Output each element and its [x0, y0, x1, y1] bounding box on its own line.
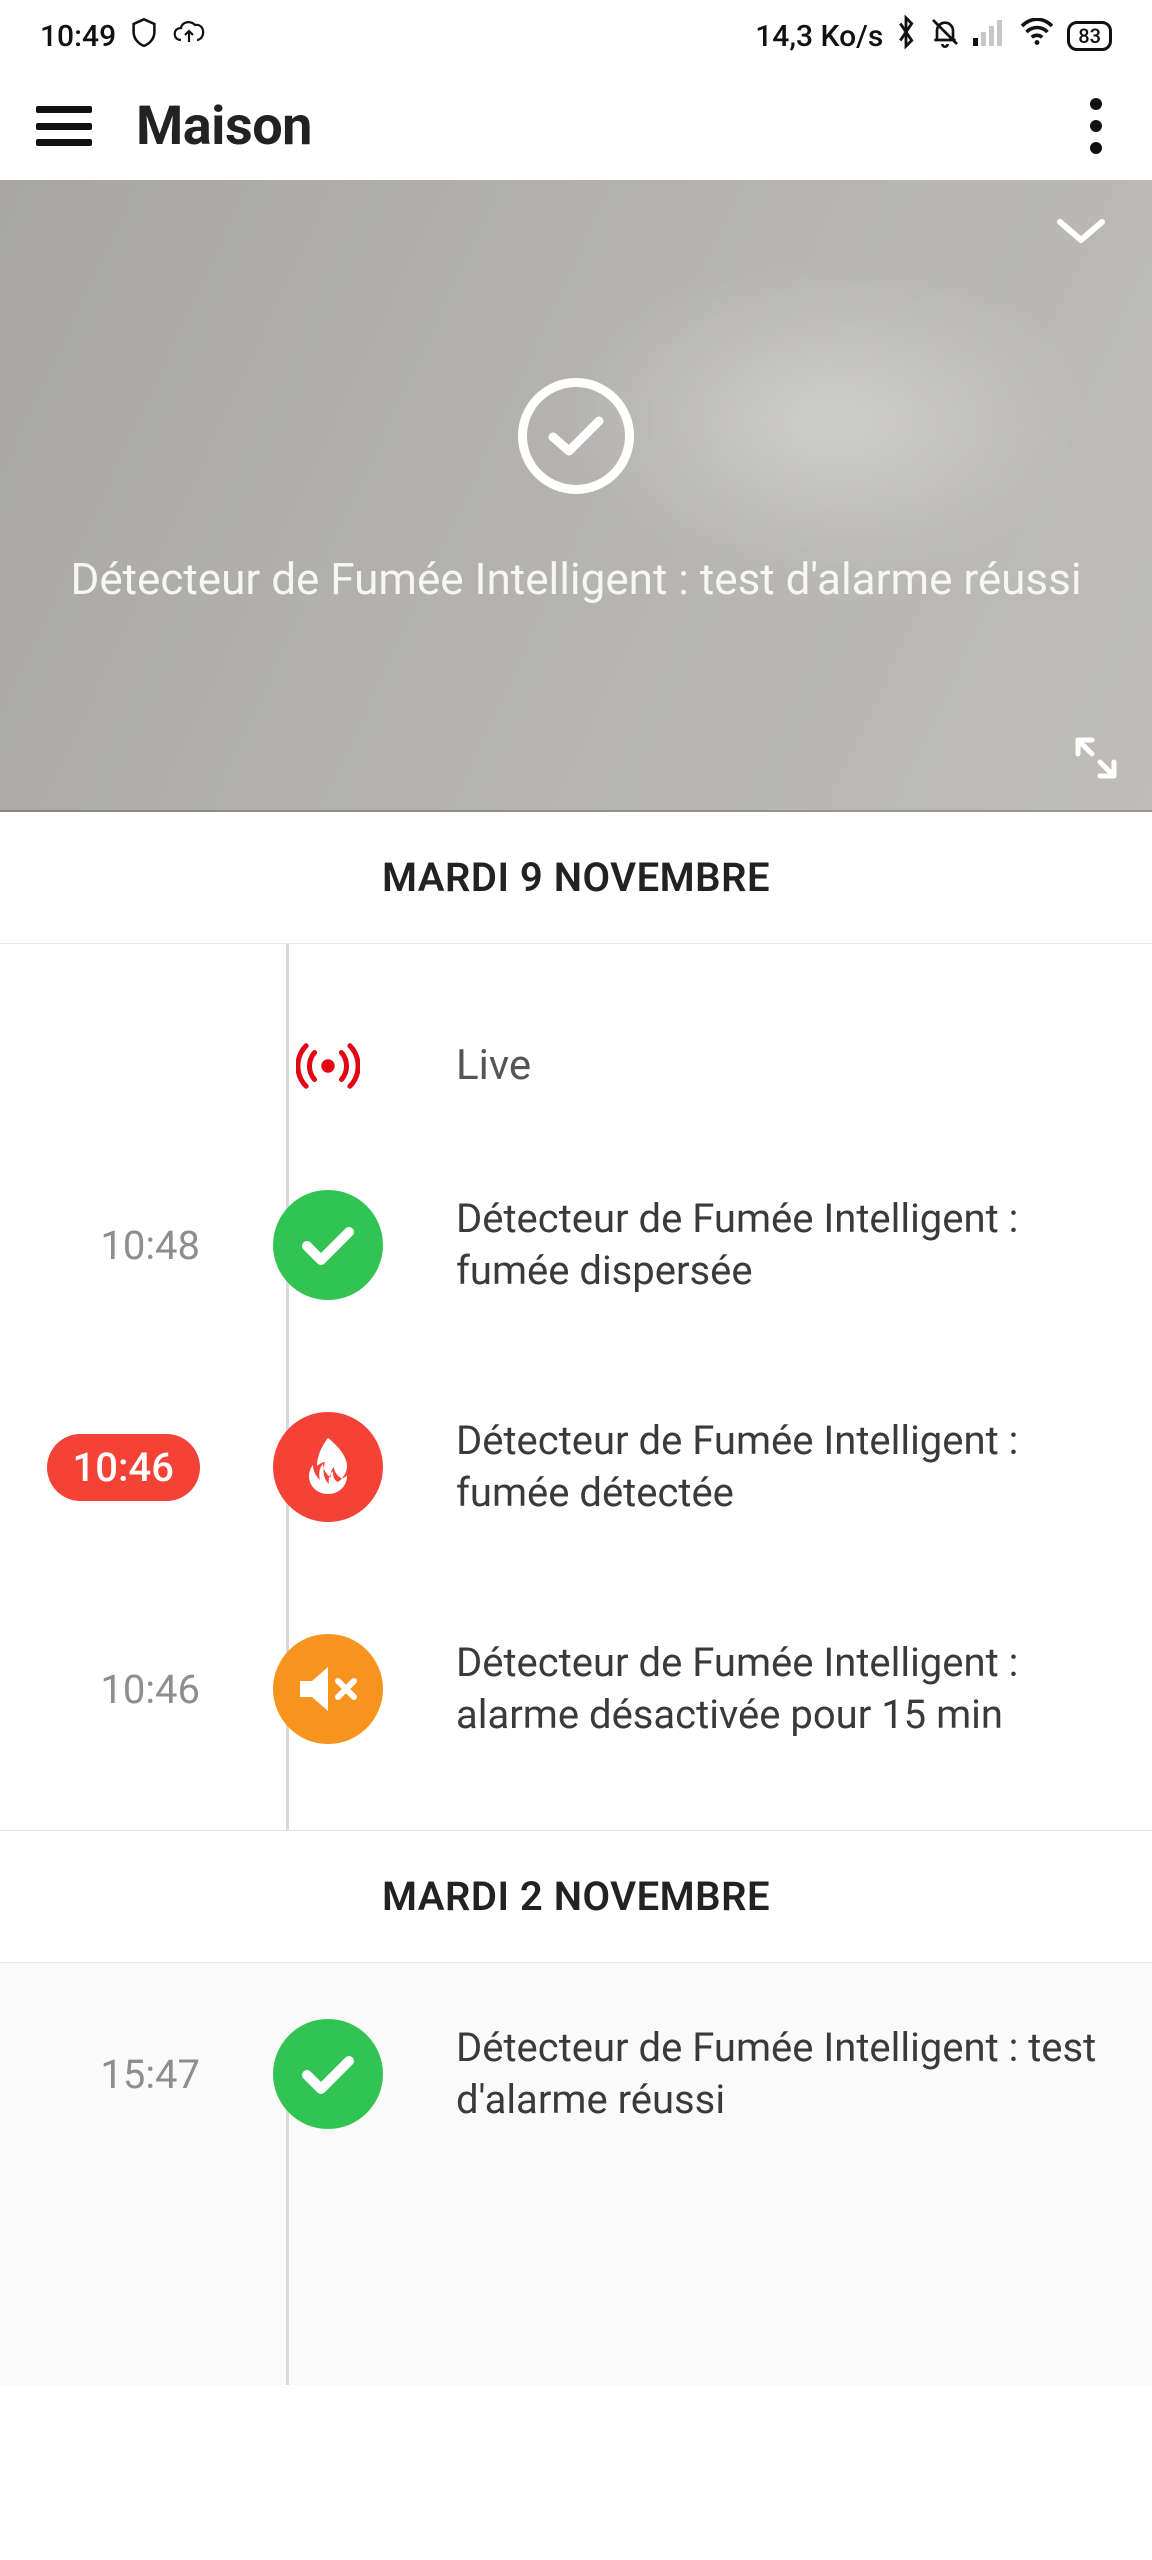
app-header: Maison [0, 72, 1152, 180]
live-icon [296, 1034, 360, 1098]
timeline-item[interactable]: 10:46 Détecteur de Fumée Intelligent : f… [0, 1356, 1152, 1578]
shield-icon [130, 17, 158, 55]
battery-level: 83 [1078, 24, 1101, 48]
fullscreen-button[interactable] [1074, 736, 1118, 784]
cloud-upload-icon [172, 18, 206, 54]
wifi-icon [1019, 18, 1055, 54]
time-label: 10:46 [0, 1666, 200, 1713]
time-label: 10:48 [0, 1222, 200, 1269]
event-message: Détecteur de Fumée Intelligent : fumée d… [456, 1193, 1108, 1297]
status-bar-right: 14,3 Ko/s [755, 15, 1112, 57]
alarm-off-icon [929, 16, 961, 56]
status-bar: 10:49 14,3 Ko/s [0, 0, 1152, 72]
time-pill: 10:46 [47, 1434, 200, 1501]
status-time: 10:49 [40, 19, 116, 54]
status-check-icon [518, 378, 634, 494]
check-icon [273, 1190, 383, 1300]
bluetooth-icon [895, 15, 917, 57]
date-heading: MARDI 9 NOVEMBRE [0, 812, 1152, 944]
battery-indicator: 83 [1067, 21, 1112, 51]
page-title: Maison [136, 95, 1032, 158]
collapse-button[interactable] [1054, 214, 1108, 252]
timeline: 15:47 Détecteur de Fumée Intelligent : t… [0, 1963, 1152, 2385]
check-icon [273, 2019, 383, 2129]
cell-signal-icon [973, 19, 1007, 54]
mute-icon [273, 1634, 383, 1744]
date-heading: MARDI 2 NOVEMBRE [0, 1830, 1152, 1963]
event-message: Détecteur de Fumée Intelligent : fumée d… [456, 1415, 1108, 1519]
timeline-item-live[interactable]: Live [0, 944, 1152, 1134]
time-label: 10:46 [0, 1434, 200, 1501]
event-message: Détecteur de Fumée Intelligent : alarme … [456, 1637, 1108, 1741]
event-message: Live [456, 1039, 1108, 1094]
flame-icon [273, 1412, 383, 1522]
time-label: 15:47 [0, 2051, 200, 2098]
overflow-menu-button[interactable] [1076, 98, 1116, 154]
timeline-item[interactable]: 15:47 Détecteur de Fumée Intelligent : t… [0, 1963, 1152, 2185]
timeline-item[interactable]: 10:46 Détecteur de Fumée Intelligent : a… [0, 1578, 1152, 1800]
timeline-item[interactable]: 10:48 Détecteur de Fumée Intelligent : f… [0, 1134, 1152, 1356]
hero-message: Détecteur de Fumée Intelligent : test d'… [10, 548, 1141, 612]
event-message: Détecteur de Fumée Intelligent : test d'… [456, 2022, 1108, 2126]
hero-banner: Détecteur de Fumée Intelligent : test d'… [0, 180, 1152, 812]
menu-button[interactable] [36, 106, 92, 146]
timeline: Live 10:48 Détecteur de Fumée Intelligen… [0, 944, 1152, 1830]
status-bar-left: 10:49 [40, 17, 206, 55]
status-data-rate: 14,3 Ko/s [755, 19, 883, 54]
